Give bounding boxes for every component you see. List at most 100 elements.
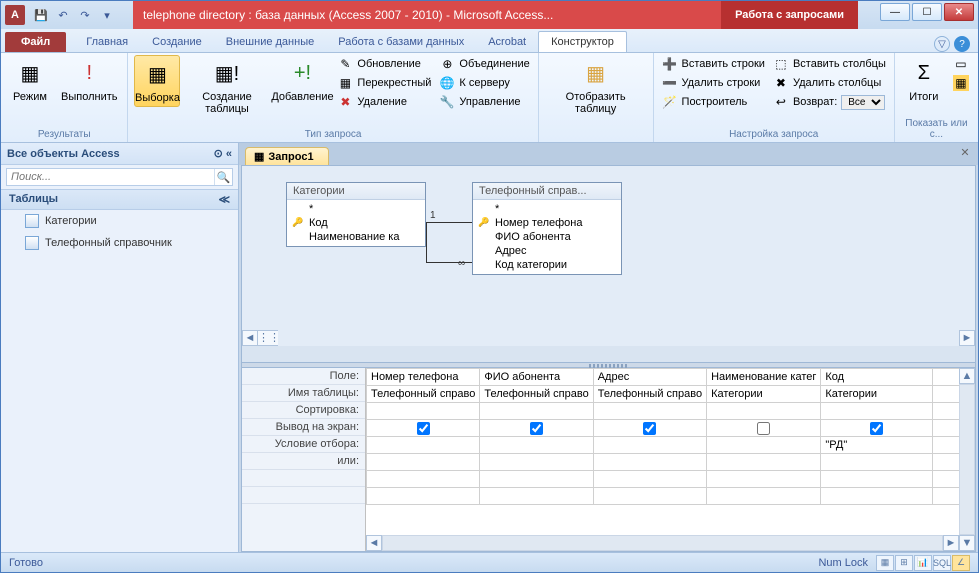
delete-button[interactable]: ✖Удаление [335,93,433,111]
grid-cell[interactable] [821,454,933,471]
scrollbar-track[interactable] [278,330,959,346]
qat-undo-icon[interactable]: ↶ [53,5,73,25]
query-tab[interactable]: ▦ Запрос1 [245,147,329,165]
grid-cell[interactable]: "РД" [821,437,933,454]
field-name[interactable]: Наименование ка [291,230,421,244]
nav-group-tables[interactable]: Таблицы [9,193,58,206]
grid-cell[interactable] [480,471,593,488]
grid-cell[interactable]: Телефонный справо [480,386,593,403]
tab-close-icon[interactable]: ✕ [958,146,972,160]
tab-dbtools[interactable]: Работа с базами данных [326,32,476,52]
view-chart-icon[interactable]: 📊 [914,555,932,571]
builder-button[interactable]: 🪄Построитель [660,93,767,111]
file-tab[interactable]: Файл [5,32,66,52]
maketable-button[interactable]: ▦! Создание таблицы [184,55,269,117]
grid-cell[interactable]: Код [821,369,933,386]
insert-rows-button[interactable]: ➕Вставить строки [660,55,767,73]
datadef-button[interactable]: 🔧Управление [437,93,531,111]
grid-cell[interactable]: Телефонный справо [593,386,706,403]
show-checkbox[interactable] [643,422,656,435]
view-design-icon[interactable]: ∠ [952,555,970,571]
view-datasheet-icon[interactable]: ▦ [876,555,894,571]
nav-header[interactable]: Все объекты Access [7,148,120,160]
grid-cell[interactable] [367,471,480,488]
union-button[interactable]: ⊕Объединение [437,55,531,73]
field-address[interactable]: Адрес [477,244,617,258]
field-star[interactable]: * [291,202,421,216]
grid-vscrollbar-track[interactable] [959,384,975,535]
field-catcode[interactable]: Код категории [477,258,617,272]
grid-cell[interactable]: Адрес [593,369,706,386]
params-button[interactable]: ▭ [951,55,971,73]
grid-cell[interactable] [367,403,480,420]
grid-cell[interactable] [367,437,480,454]
tab-external[interactable]: Внешние данные [214,32,326,52]
grid-scroll-right-icon[interactable]: ► [943,535,959,551]
ribbon-minimize-icon[interactable]: ▽ [934,36,950,52]
grid-scroll-down-icon[interactable]: ▼ [959,535,975,551]
grid-cell[interactable] [480,403,593,420]
minimize-button[interactable]: — [880,3,910,21]
grid-cell[interactable] [593,454,706,471]
grid-cell[interactable] [821,471,933,488]
grid-cell[interactable] [707,437,821,454]
grid-cell[interactable] [480,454,593,471]
crosstab-button[interactable]: ▦Перекрестный [335,74,433,92]
qat-save-icon[interactable]: 💾 [31,5,51,25]
nav-group-collapse-icon[interactable]: ≪ [218,193,230,206]
delete-cols-button[interactable]: ✖Удалить столбцы [771,74,888,92]
grid-cell[interactable] [593,437,706,454]
close-button[interactable]: ✕ [944,3,974,21]
field-phone[interactable]: Номер телефона [477,216,617,230]
query-design-grid[interactable]: Номер телефонаФИО абонентаАдресНаименова… [366,368,959,505]
qat-customize-icon[interactable]: ▾ [97,5,117,25]
grid-cell[interactable] [707,454,821,471]
scroll-left-icon[interactable]: ◄ [242,330,258,346]
nav-item-directory[interactable]: Телефонный справочник [1,232,238,254]
show-checkbox[interactable] [417,422,430,435]
field-fio[interactable]: ФИО абонента [477,230,617,244]
tab-home[interactable]: Главная [74,32,140,52]
totals-button[interactable]: Σ Итоги [901,55,947,105]
grid-scroll-left-icon[interactable]: ◄ [366,535,382,551]
field-kod[interactable]: Код [291,216,421,230]
tab-create[interactable]: Создание [140,32,214,52]
grid-cell[interactable] [707,471,821,488]
show-table-button[interactable]: ▦ Отобразить таблицу [545,55,647,117]
grid-cell[interactable] [367,454,480,471]
view-button[interactable]: ▦ Режим [7,55,53,105]
grid-scroll-up-icon[interactable]: ▲ [959,368,975,384]
nav-collapse-icon[interactable]: ⊙ « [214,147,232,160]
nav-search-input[interactable] [7,169,214,185]
grid-cell[interactable]: ФИО абонента [480,369,593,386]
field-star[interactable]: * [477,202,617,216]
grid-cell[interactable]: Телефонный справо [367,386,480,403]
show-checkbox[interactable] [530,422,543,435]
delete-rows-button[interactable]: ➖Удалить строки [660,74,767,92]
grid-cell[interactable] [821,488,933,505]
scroll-thumb[interactable]: ⋮⋮ [258,330,278,346]
select-query-button[interactable]: ▦ Выборка [134,55,180,107]
show-checkbox[interactable] [870,422,883,435]
tab-acrobat[interactable]: Acrobat [476,32,538,52]
view-sql-button[interactable]: SQL [933,555,951,571]
grid-cell[interactable] [480,437,593,454]
update-button[interactable]: ✎Обновление [335,55,433,73]
grid-cell[interactable] [367,488,480,505]
qat-redo-icon[interactable]: ↷ [75,5,95,25]
table-header-directory[interactable]: Телефонный справ... [473,183,621,200]
grid-cell[interactable]: Номер телефона [367,369,480,386]
passthrough-button[interactable]: 🌐К серверу [437,74,531,92]
grid-cell[interactable] [593,488,706,505]
run-button[interactable]: ! Выполнить [57,55,121,105]
app-icon[interactable]: A [5,5,25,25]
grid-cell[interactable] [480,488,593,505]
grid-cell[interactable]: Наименование катег [707,369,821,386]
scroll-right-icon[interactable]: ► [959,330,975,346]
grid-cell[interactable] [593,403,706,420]
help-icon[interactable]: ? [954,36,970,52]
tab-design[interactable]: Конструктор [538,31,627,52]
grid-cell[interactable]: Категории [821,386,933,403]
return-select[interactable]: Все [841,95,885,110]
grid-cell[interactable] [707,403,821,420]
